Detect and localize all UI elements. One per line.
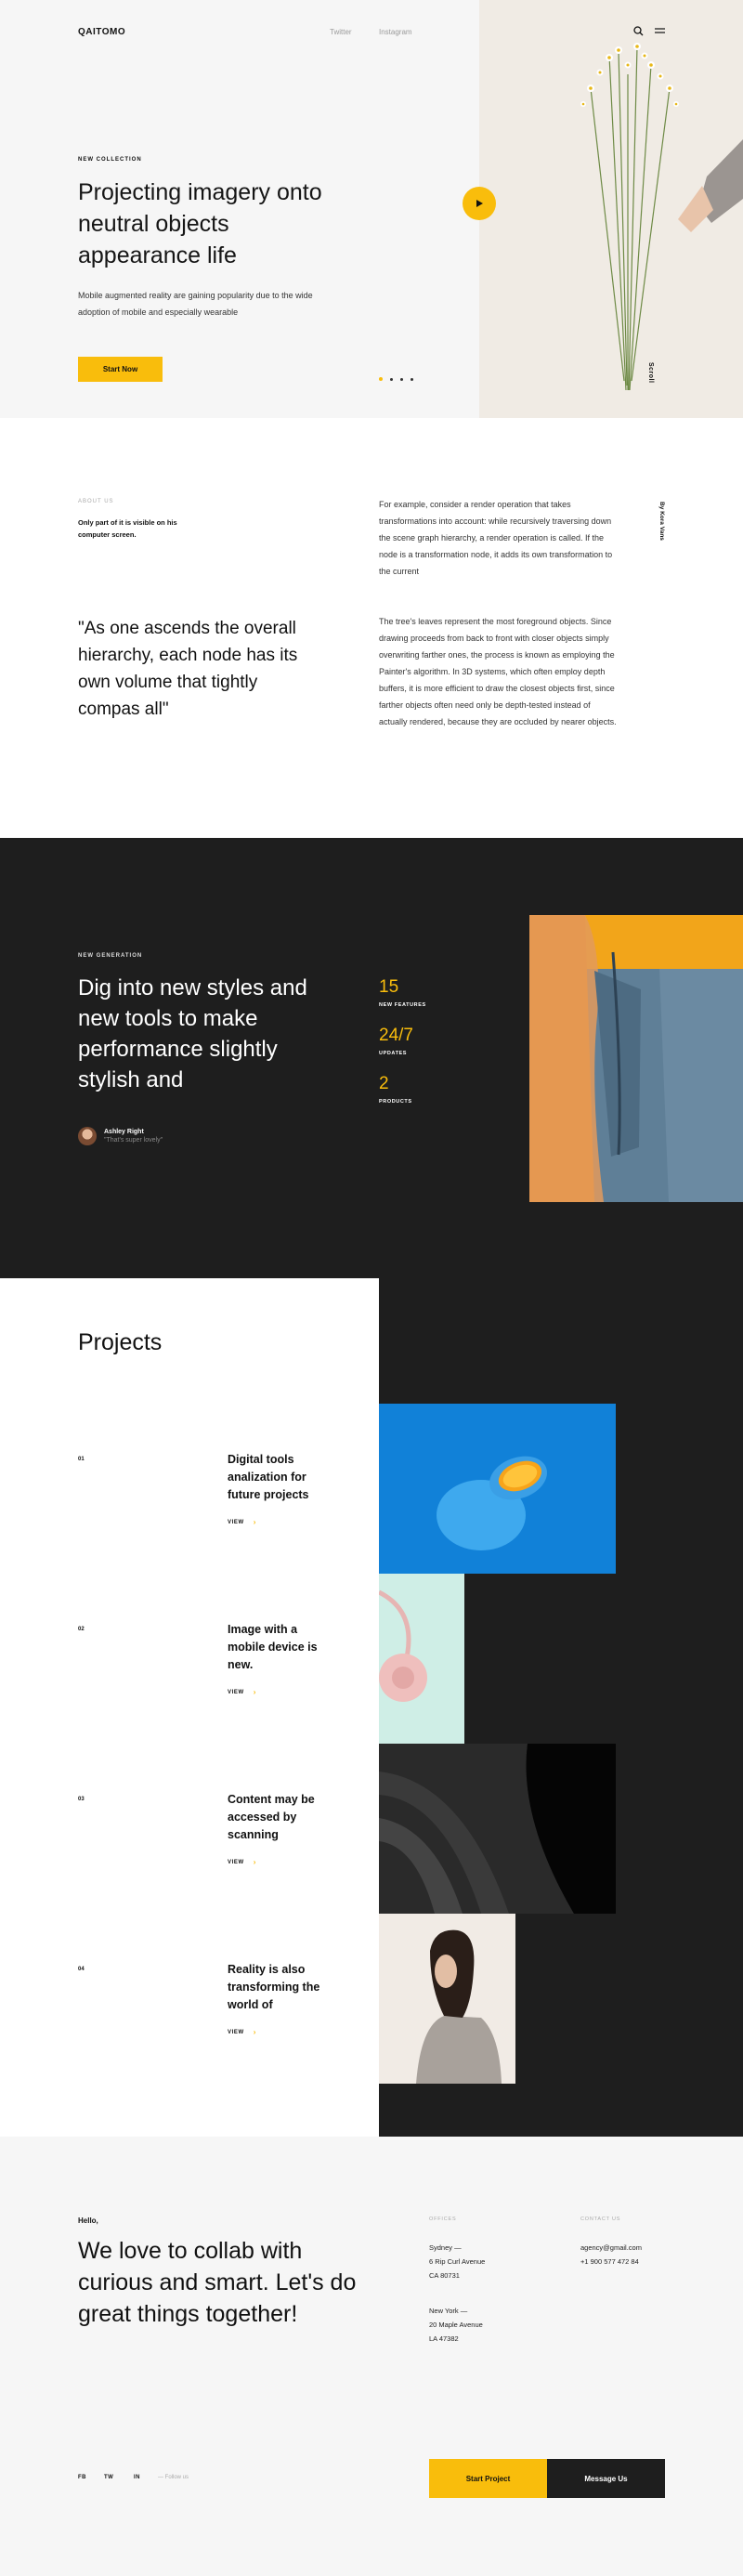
social-link-facebook[interactable]: FB	[78, 2475, 86, 2480]
slider-dot-4[interactable]	[411, 377, 413, 381]
slider-dot-2[interactable]	[390, 377, 393, 381]
view-label: VIEW	[228, 1689, 244, 1695]
project-image-woman[interactable]	[379, 1914, 515, 2084]
author-side-label: By Kora Vans	[658, 502, 665, 541]
office-street: 20 Maple Avenue	[429, 2321, 483, 2329]
stat-label: NEW FEATURES	[379, 1002, 426, 1008]
generation-eyebrow: NEW GENERATION	[78, 953, 143, 959]
contact-phone[interactable]: +1 900 577 472 84	[580, 2255, 642, 2269]
stat-value: 24/7	[379, 1026, 413, 1045]
play-button[interactable]	[463, 187, 496, 220]
logo[interactable]: QAITOMO	[78, 27, 125, 37]
slider-dot-1[interactable]	[379, 377, 383, 381]
project-number: 01	[78, 1457, 85, 1462]
message-us-button[interactable]: Message Us	[547, 2459, 665, 2498]
stat-updates: 24/7 UPDATES	[379, 1026, 413, 1056]
project-number: 03	[78, 1797, 85, 1802]
about-eyebrow: ABOUT US	[78, 499, 114, 504]
project-view-link[interactable]: VIEW ›	[228, 1518, 256, 1526]
social-link-twitter[interactable]: TW	[104, 2475, 113, 2480]
start-project-button[interactable]: Start Project	[429, 2459, 547, 2498]
view-label: VIEW	[228, 2029, 244, 2035]
slider-dot-3[interactable]	[400, 377, 403, 381]
nav-link-instagram[interactable]: Instagram	[379, 28, 412, 36]
scroll-label: Scroll	[647, 362, 654, 384]
arrow-icon: ›	[253, 2028, 256, 2036]
about-section: ABOUT US Only part of it is visible on h…	[0, 418, 743, 838]
contact-hello: Hello,	[78, 2216, 98, 2225]
generation-title: Dig into new styles and new tools to mak…	[78, 975, 307, 1092]
project-view-link[interactable]: VIEW ›	[228, 2028, 256, 2036]
project-view-link[interactable]: VIEW ›	[228, 1688, 256, 1696]
stat-value: 2	[379, 1074, 389, 1093]
play-icon	[476, 200, 483, 207]
project-image-abstract[interactable]	[379, 1744, 616, 1914]
project-number: 02	[78, 1627, 85, 1632]
hero-section: QAITOMO Twitter Instagram Scroll NEW COL…	[0, 0, 743, 418]
avatar	[78, 1127, 97, 1145]
stat-value: 15	[379, 977, 399, 997]
contact-section: Hello, We love to collab with curious an…	[0, 2137, 743, 2576]
page: QAITOMO Twitter Instagram Scroll NEW COL…	[0, 0, 743, 2576]
stat-features: 15 NEW FEATURES	[379, 977, 426, 1008]
office-city: New York —	[429, 2307, 468, 2315]
about-paragraph-2: The tree's leaves represent the most for…	[379, 617, 617, 726]
arrow-icon: ›	[253, 1858, 256, 1866]
contact-details: agency@gmail.com +1 900 577 472 84	[580, 2241, 642, 2269]
project-title[interactable]: Image with a mobile device is new.	[228, 1621, 330, 1674]
view-label: VIEW	[228, 1859, 244, 1865]
office-city: Sydney —	[429, 2243, 462, 2252]
fashion-photo	[529, 915, 743, 1202]
about-subtitle: Only part of it is visible on his comput…	[78, 518, 177, 539]
flower-bouquet-image	[479, 0, 743, 418]
projects-title: Projects	[78, 1329, 163, 1355]
project-image-headphones[interactable]	[379, 1574, 464, 1744]
stat-label: PRODUCTS	[379, 1099, 412, 1105]
project-number: 04	[78, 1967, 85, 1972]
hero-image-panel: Scroll	[479, 0, 743, 418]
project-title[interactable]: Content may be accessed by scanning	[228, 1791, 330, 1844]
contact-title: We love to collab with curious and smart…	[78, 2238, 357, 2327]
hero-eyebrow: NEW COLLECTION	[78, 157, 142, 163]
nav-link-twitter[interactable]: Twitter	[330, 28, 352, 36]
contact-email[interactable]: agency@gmail.com	[580, 2241, 642, 2255]
arrow-icon: ›	[253, 1688, 256, 1696]
follow-us-label: — Follow us	[158, 2475, 189, 2480]
author: Ashley Right "That's super lovely"	[78, 1127, 163, 1145]
projects-section: Projects 01 Digital tools analization fo…	[0, 1278, 743, 2137]
hero-description: Mobile augmented reality are gaining pop…	[78, 291, 313, 317]
generation-section: NEW GENERATION Dig into new styles and n…	[0, 838, 743, 1278]
project-title[interactable]: Reality is also transforming the world o…	[228, 1961, 330, 2014]
office-zip: CA 80731	[429, 2271, 460, 2280]
start-now-button[interactable]: Start Now	[78, 357, 163, 382]
hero-title: Projecting imagery onto neutral objects …	[78, 179, 322, 268]
search-icon[interactable]	[632, 24, 645, 37]
contact-heading: CONTACT US	[580, 2216, 621, 2222]
author-quote: "That's super lovely"	[104, 1137, 163, 1144]
office-zip: LA 47382	[429, 2334, 459, 2343]
office-street: 6 Rip Curl Avenue	[429, 2257, 486, 2266]
about-quote: "As one ascends the overall hierarchy, e…	[78, 619, 298, 719]
about-paragraph-1: For example, consider a render operation…	[379, 500, 613, 576]
project-view-link[interactable]: VIEW ›	[228, 1858, 256, 1866]
project-image-orange[interactable]	[379, 1404, 616, 1574]
stat-products: 2 PRODUCTS	[379, 1074, 412, 1105]
office-sydney: Sydney — 6 Rip Curl Avenue CA 80731	[429, 2241, 485, 2282]
view-label: VIEW	[228, 1519, 244, 1525]
arrow-icon: ›	[253, 1518, 256, 1526]
slider-dots	[379, 377, 413, 381]
offices-heading: OFFICES	[429, 2216, 457, 2222]
social-link-instagram[interactable]: IN	[134, 2475, 140, 2480]
stat-label: UPDATES	[379, 1051, 408, 1056]
menu-icon[interactable]	[653, 24, 666, 37]
project-title[interactable]: Digital tools analization for future pro…	[228, 1451, 330, 1504]
author-name: Ashley Right	[104, 1129, 144, 1135]
office-newyork: New York — 20 Maple Avenue LA 47382	[429, 2304, 483, 2346]
